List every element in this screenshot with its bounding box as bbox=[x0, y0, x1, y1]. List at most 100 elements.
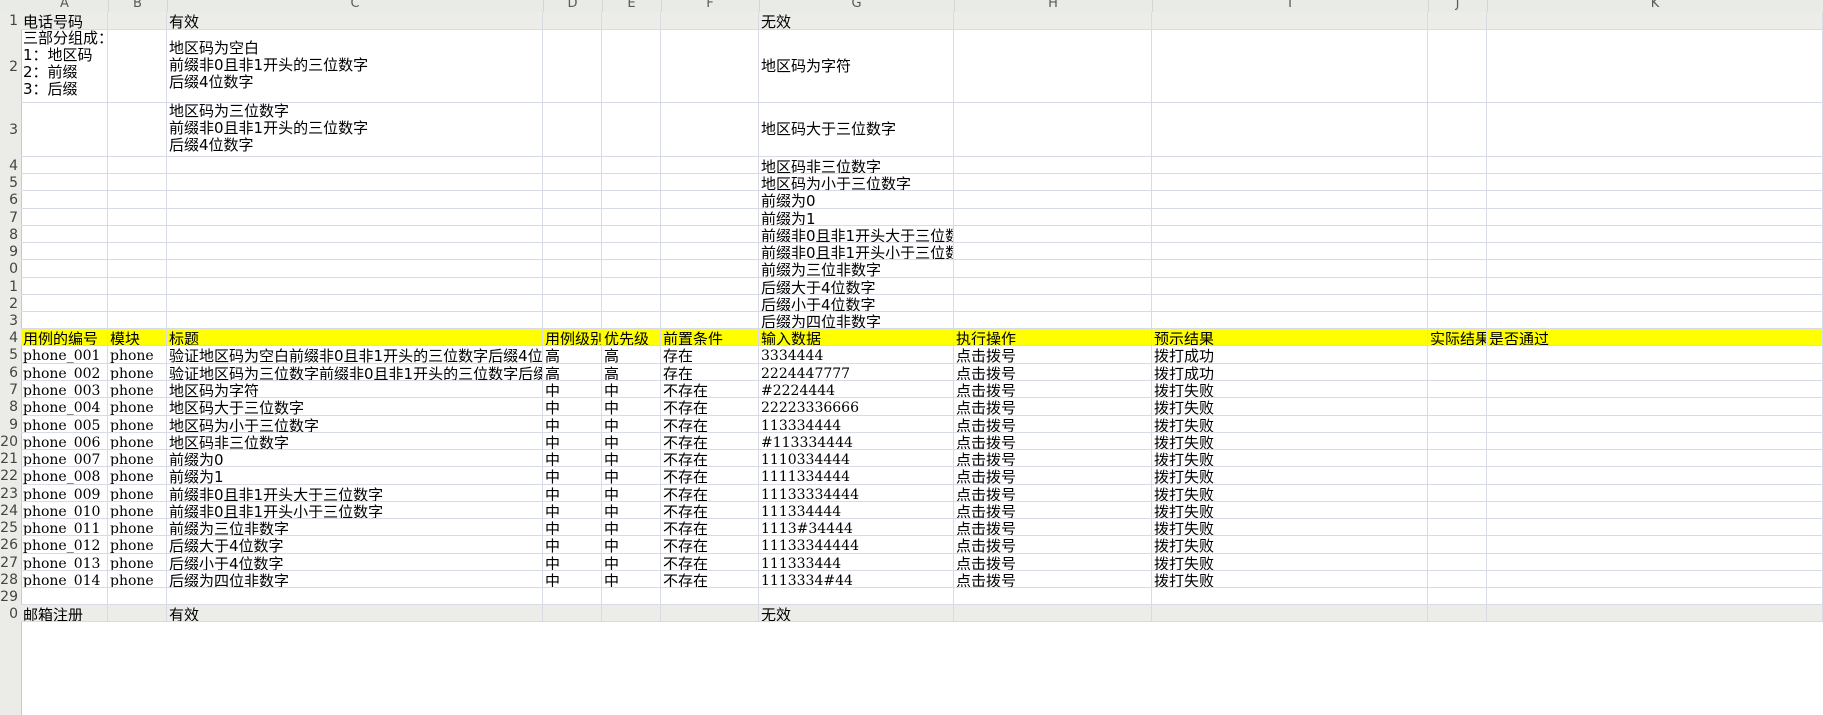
row-number[interactable]: 26 bbox=[0, 537, 18, 553]
cell-j25[interactable] bbox=[1428, 519, 1487, 536]
row-number[interactable]: 3 bbox=[9, 122, 18, 138]
cell-c1[interactable]: 有效 bbox=[167, 12, 543, 30]
cell-a2[interactable]: 三部分组成： 1：地区码 2：前缀 3：后缀 bbox=[21, 30, 108, 103]
table-cell[interactable]: 中 bbox=[602, 381, 661, 398]
table-cell[interactable]: 存在 bbox=[661, 364, 759, 381]
table-cell[interactable]: 中 bbox=[602, 502, 661, 519]
cell-a30[interactable]: 邮箱注册 bbox=[21, 605, 108, 622]
cell-d5[interactable] bbox=[543, 174, 602, 191]
table-cell[interactable]: 点击拨号 bbox=[954, 467, 1152, 485]
column-header-e[interactable]: E bbox=[602, 0, 662, 12]
table-cell[interactable]: 1113334#44 bbox=[759, 571, 954, 588]
cell-g2[interactable]: 地区码为字符 bbox=[759, 30, 954, 103]
table-cell[interactable]: 拨打成功 bbox=[1152, 346, 1428, 364]
cell-d30[interactable] bbox=[543, 605, 602, 622]
cell-k13[interactable] bbox=[1487, 312, 1823, 329]
row-number[interactable]: 2 bbox=[9, 59, 18, 75]
cell-c4[interactable] bbox=[167, 157, 543, 174]
cell-b13[interactable] bbox=[108, 312, 167, 329]
row-number[interactable]: 4 bbox=[9, 330, 18, 346]
cell-c9[interactable] bbox=[167, 243, 543, 260]
cell-f30[interactable] bbox=[661, 605, 759, 622]
table-cell[interactable]: 中 bbox=[543, 467, 602, 485]
cell-h1[interactable] bbox=[954, 12, 1152, 30]
table-cell[interactable]: 1113#34444 bbox=[759, 519, 954, 536]
table-cell[interactable]: phone_003 bbox=[21, 381, 108, 398]
table-cell[interactable]: phone bbox=[108, 467, 167, 485]
cell-j5[interactable] bbox=[1428, 174, 1487, 191]
table-cell[interactable]: 点击拨号 bbox=[954, 554, 1152, 571]
cell-k8[interactable] bbox=[1487, 226, 1823, 243]
cell-j11[interactable] bbox=[1428, 278, 1487, 295]
table-cell[interactable]: #113334444 bbox=[759, 433, 954, 450]
cell-j2[interactable] bbox=[1428, 30, 1487, 103]
cell-k7[interactable] bbox=[1487, 209, 1823, 226]
table-cell[interactable]: phone_006 bbox=[21, 433, 108, 450]
cell-e12[interactable] bbox=[602, 295, 661, 312]
cell-b6[interactable] bbox=[108, 191, 167, 209]
cell-h13[interactable] bbox=[954, 312, 1152, 329]
cell-b12[interactable] bbox=[108, 295, 167, 312]
cell-a8[interactable] bbox=[21, 226, 108, 243]
cell-i4[interactable] bbox=[1152, 157, 1428, 174]
cell-d6[interactable] bbox=[543, 191, 602, 209]
table-cell[interactable]: 不存在 bbox=[661, 467, 759, 485]
table-cell[interactable]: 不存在 bbox=[661, 536, 759, 554]
row-number[interactable]: 7 bbox=[9, 382, 18, 398]
table-cell[interactable]: phone bbox=[108, 450, 167, 467]
table-cell[interactable]: 不存在 bbox=[661, 398, 759, 416]
cell-g10[interactable]: 前缀为三位非数字 bbox=[759, 260, 954, 278]
table-cell[interactable]: 拨打失败 bbox=[1152, 485, 1428, 502]
cell-d10[interactable] bbox=[543, 260, 602, 278]
cell-j6[interactable] bbox=[1428, 191, 1487, 209]
cell-j30[interactable] bbox=[1428, 605, 1487, 622]
table-header-cell[interactable]: 预示结果 bbox=[1152, 329, 1428, 346]
table-cell[interactable]: 点击拨号 bbox=[954, 364, 1152, 381]
table-header-cell[interactable]: 执行操作 bbox=[954, 329, 1152, 346]
cell-j26[interactable] bbox=[1428, 536, 1487, 554]
table-cell[interactable]: phone bbox=[108, 346, 167, 364]
table-cell[interactable]: 不存在 bbox=[661, 502, 759, 519]
cell-i6[interactable] bbox=[1152, 191, 1428, 209]
table-cell[interactable]: 高 bbox=[543, 346, 602, 364]
table-cell[interactable]: phone_002 bbox=[21, 364, 108, 381]
table-cell[interactable]: 不存在 bbox=[661, 450, 759, 467]
cell-j18[interactable] bbox=[1428, 398, 1487, 416]
cell-j3[interactable] bbox=[1428, 103, 1487, 157]
table-cell[interactable]: 中 bbox=[543, 416, 602, 433]
table-cell[interactable]: 22223336666 bbox=[759, 398, 954, 416]
table-cell[interactable]: 地区码大于三位数字 bbox=[167, 398, 543, 416]
cell-j8[interactable] bbox=[1428, 226, 1487, 243]
cell-b7[interactable] bbox=[108, 209, 167, 226]
table-cell[interactable]: 点击拨号 bbox=[954, 346, 1152, 364]
table-cell[interactable]: 不存在 bbox=[661, 571, 759, 588]
table-cell[interactable]: phone_011 bbox=[21, 519, 108, 536]
cell-g8[interactable]: 前缀非0且非1开头大于三位数 bbox=[759, 226, 954, 243]
table-cell[interactable]: 不存在 bbox=[661, 519, 759, 536]
table-cell[interactable]: 点击拨号 bbox=[954, 571, 1152, 588]
table-cell[interactable]: 2224447777 bbox=[759, 364, 954, 381]
cell-b30[interactable] bbox=[108, 605, 167, 622]
cell-k5[interactable] bbox=[1487, 174, 1823, 191]
cell-i2[interactable] bbox=[1152, 30, 1428, 103]
table-cell[interactable]: phone bbox=[108, 519, 167, 536]
table-cell[interactable]: phone_013 bbox=[21, 554, 108, 571]
table-cell[interactable]: 中 bbox=[602, 485, 661, 502]
cell-j20[interactable] bbox=[1428, 433, 1487, 450]
table-cell[interactable]: 高 bbox=[602, 346, 661, 364]
cell-b3[interactable] bbox=[108, 103, 167, 157]
table-cell[interactable]: 中 bbox=[543, 433, 602, 450]
cell-i10[interactable] bbox=[1152, 260, 1428, 278]
cell-i11[interactable] bbox=[1152, 278, 1428, 295]
table-cell[interactable]: 中 bbox=[602, 398, 661, 416]
table-cell[interactable]: phone_004 bbox=[21, 398, 108, 416]
cell-i8[interactable] bbox=[1152, 226, 1428, 243]
table-cell[interactable]: 3334444 bbox=[759, 346, 954, 364]
cell-g11[interactable]: 后缀大于4位数字 bbox=[759, 278, 954, 295]
cell-k23[interactable] bbox=[1487, 485, 1823, 502]
cell-d8[interactable] bbox=[543, 226, 602, 243]
table-cell[interactable]: 点击拨号 bbox=[954, 381, 1152, 398]
cell-j13[interactable] bbox=[1428, 312, 1487, 329]
cell-k12[interactable] bbox=[1487, 295, 1823, 312]
cell-k6[interactable] bbox=[1487, 191, 1823, 209]
